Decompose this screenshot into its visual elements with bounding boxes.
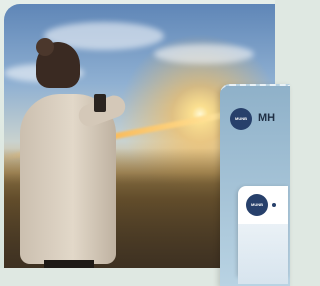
preview-card[interactable]: MUNB [238, 186, 288, 284]
brand-avatar: MUNB [230, 108, 252, 130]
phone [94, 94, 106, 112]
pompom [36, 38, 54, 56]
person-photographing [18, 38, 129, 268]
card-body [238, 224, 288, 284]
cloud [154, 44, 254, 64]
card-avatar: MUNB [246, 194, 268, 216]
legs [44, 260, 94, 268]
card-indicator-dot [272, 203, 276, 207]
panel-title: MH [258, 112, 276, 124]
